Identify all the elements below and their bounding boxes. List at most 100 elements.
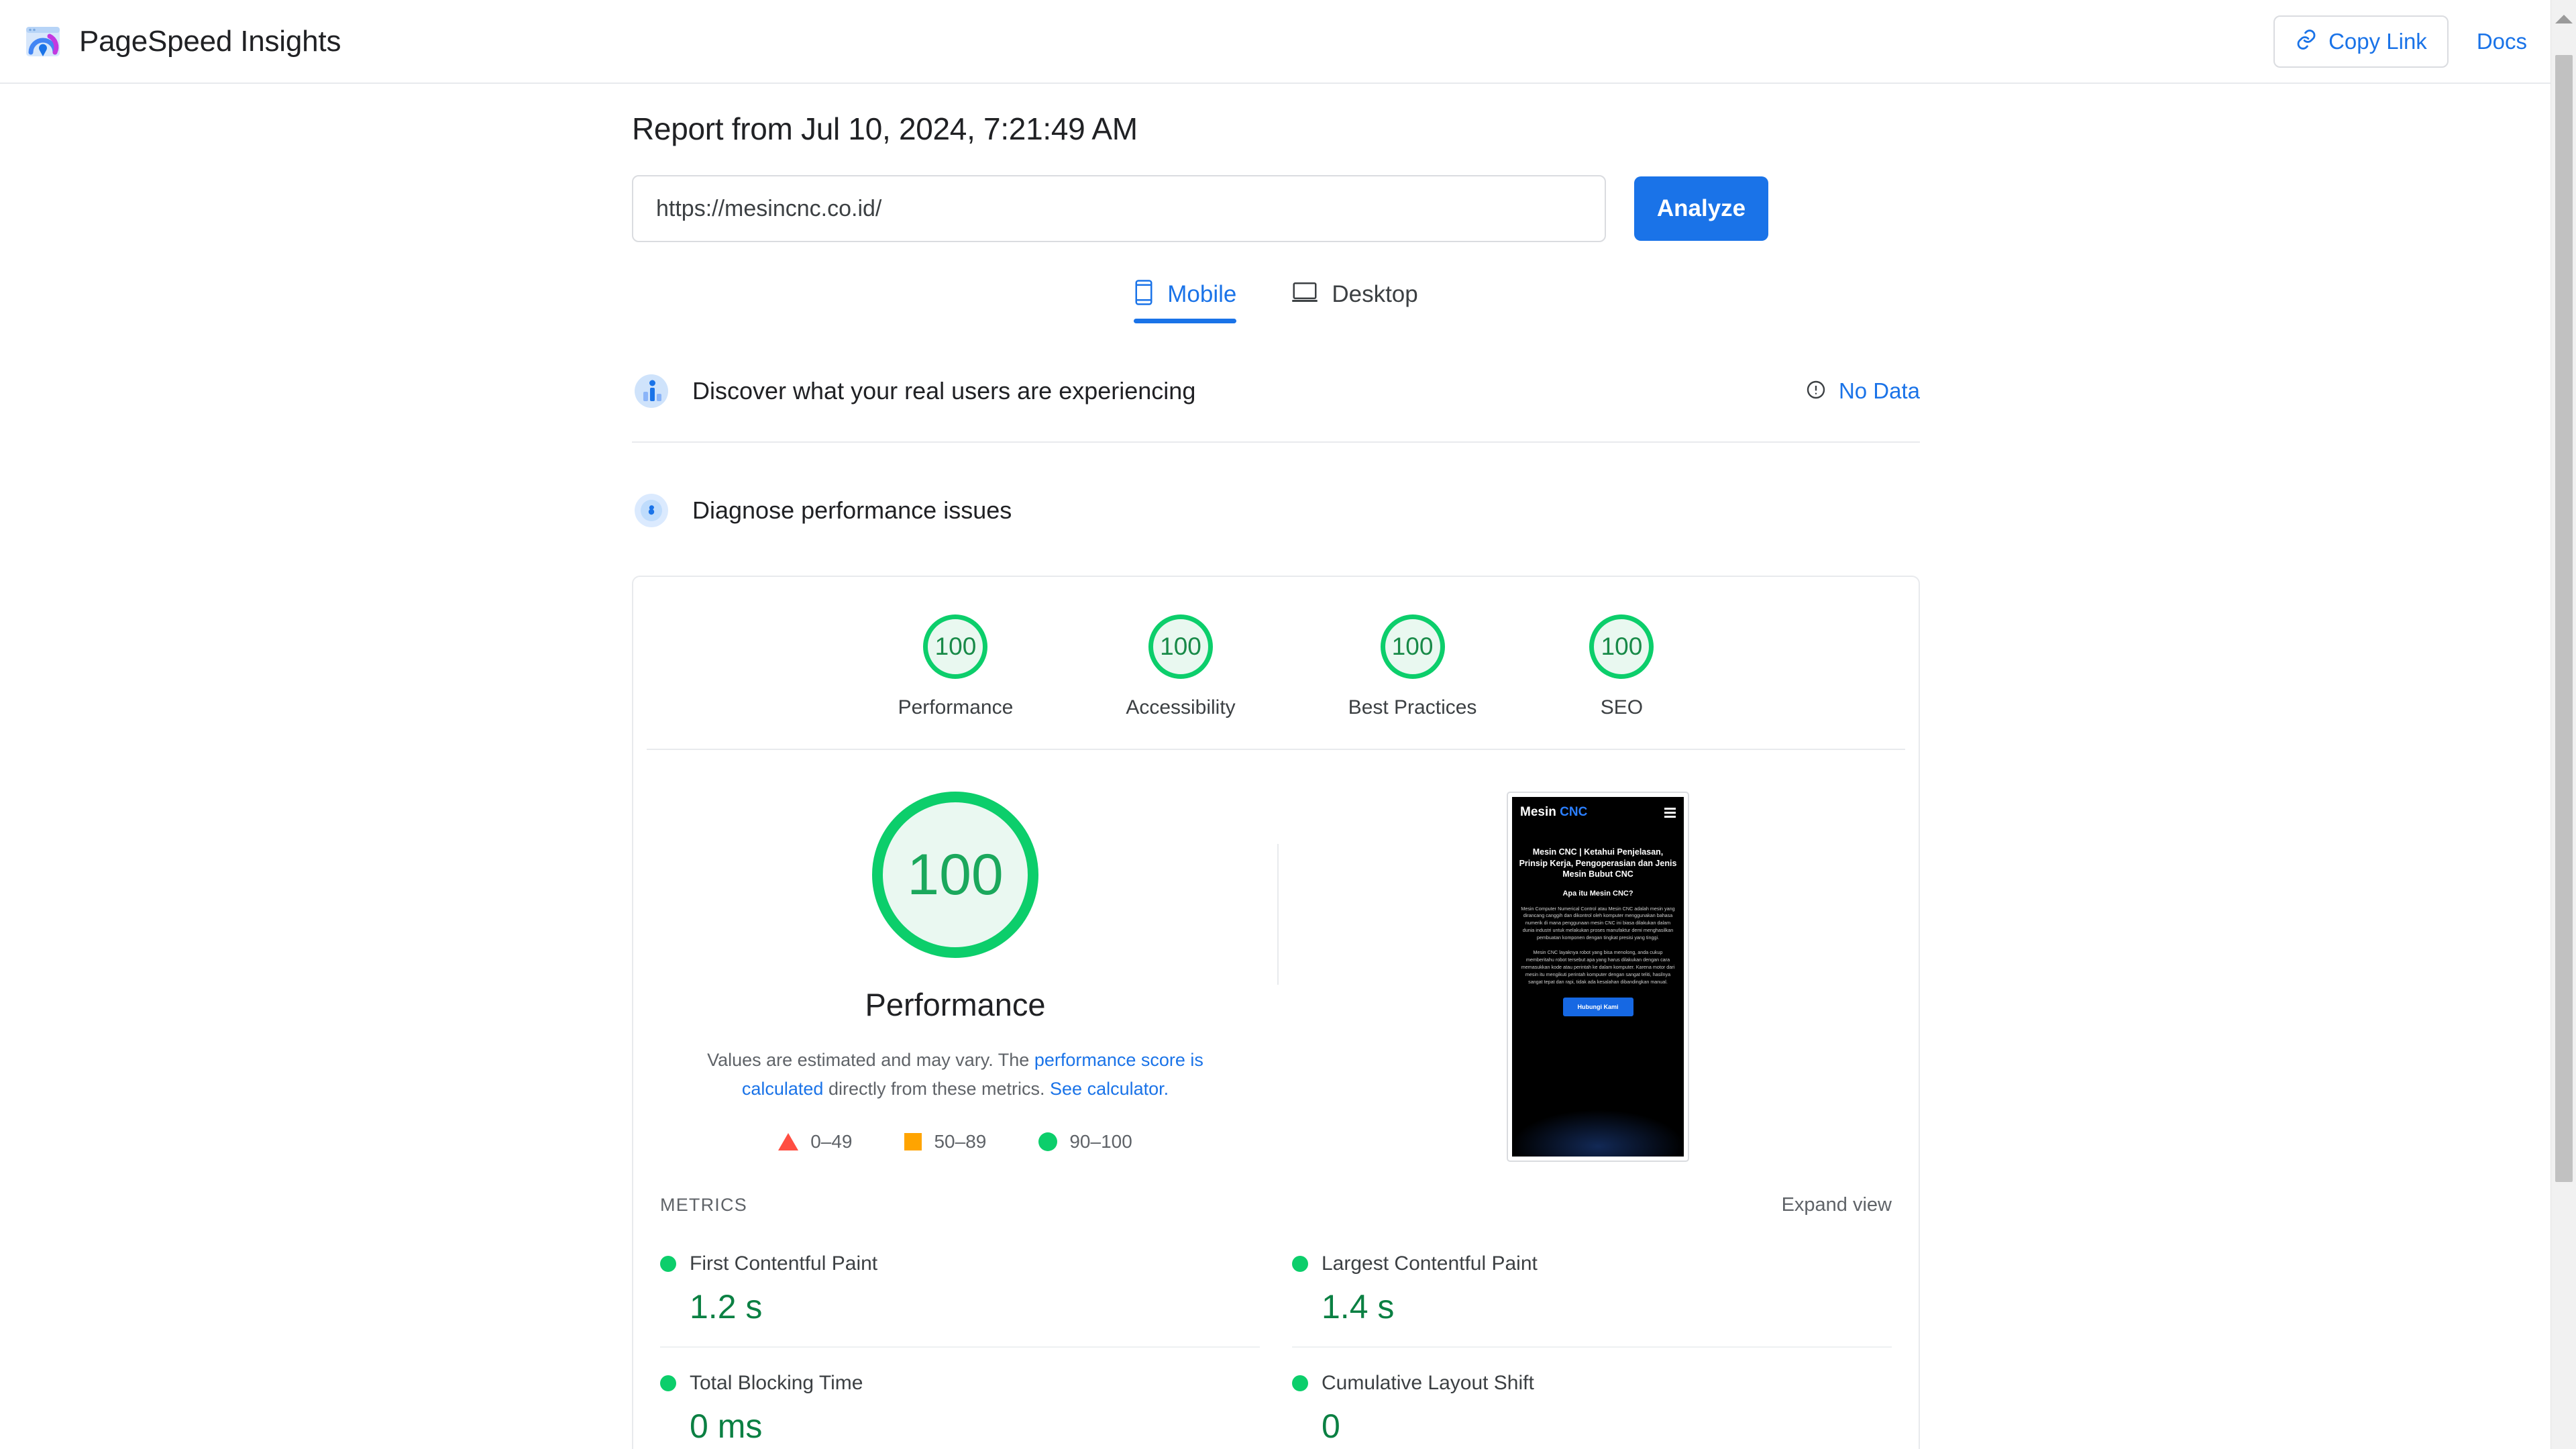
tab-mobile-label: Mobile xyxy=(1167,280,1237,307)
field-data-section: Discover what your real users are experi… xyxy=(632,341,1920,443)
field-data-title: Discover what your real users are experi… xyxy=(692,377,1196,405)
docs-link[interactable]: Docs xyxy=(2477,29,2527,54)
metrics-header: METRICS Expand view xyxy=(633,1162,1919,1228)
desktop-icon xyxy=(1291,281,1318,307)
thumbnail-brand: Mesin CNC xyxy=(1520,805,1587,820)
metric-value: 1.2 s xyxy=(690,1288,763,1326)
tab-desktop[interactable]: Desktop xyxy=(1291,280,1418,323)
category-score-performance[interactable]: 100 Performance xyxy=(898,614,1014,719)
category-label: Best Practices xyxy=(1348,696,1477,718)
circle-green-icon xyxy=(1292,1375,1308,1391)
metric-head: Largest Contentful Paint xyxy=(1292,1252,1892,1275)
circle-green-icon xyxy=(660,1375,676,1391)
score-ring: 100 xyxy=(1589,614,1654,679)
category-label: Accessibility xyxy=(1126,696,1236,718)
hero-right: Mesin CNC Mesin CNC | Ketahui Penjelasan… xyxy=(1277,792,1919,1162)
metric-name: Total Blocking Time xyxy=(690,1372,863,1394)
url-form: Analyze xyxy=(632,175,1920,242)
metric-name: Largest Contentful Paint xyxy=(1322,1252,1538,1275)
copy-link-label: Copy Link xyxy=(2328,28,2427,54)
brand[interactable]: PageSpeed Insights xyxy=(24,23,341,60)
category-score-accessibility[interactable]: 100 Accessibility xyxy=(1126,614,1236,719)
square-orange-icon xyxy=(904,1133,922,1151)
page-title: Report from Jul 10, 2024, 7:21:49 AM xyxy=(632,111,1138,146)
metric-name: First Contentful Paint xyxy=(690,1252,878,1275)
lab-data-title: Diagnose performance issues xyxy=(692,496,1012,524)
status-badge: No Data xyxy=(1838,378,1920,403)
field-data-status[interactable]: No Data xyxy=(1805,378,1920,404)
performance-score-value: 100 xyxy=(907,842,1004,907)
thumbnail-subheading: Apa itu Mesin CNC? xyxy=(1562,889,1633,898)
page-screenshot-thumbnail[interactable]: Mesin CNC Mesin CNC | Ketahui Penjelasan… xyxy=(1507,792,1689,1162)
metrics-column-right: Largest Contentful Paint 1.4 s Cumulativ… xyxy=(1292,1228,1892,1449)
category-score-seo[interactable]: 100 SEO xyxy=(1589,614,1654,719)
thumbnail-heading: Mesin CNC | Ketahui Penjelasan, Prinsip … xyxy=(1519,847,1677,879)
expand-view-toggle[interactable]: Expand view xyxy=(1782,1194,1892,1216)
metric-row[interactable]: Total Blocking Time 0 ms xyxy=(660,1346,1260,1449)
scroll-up-arrow-icon[interactable] xyxy=(2555,15,2573,23)
metric-row[interactable]: Largest Contentful Paint 1.4 s xyxy=(1292,1228,1892,1346)
analyze-button[interactable]: Analyze xyxy=(1634,176,1768,241)
metric-value: 0 ms xyxy=(690,1407,763,1445)
desc-text-1: Values are estimated and may vary. The xyxy=(707,1050,1034,1070)
legend-item-average: 50–89 xyxy=(904,1131,986,1152)
metric-head: Total Blocking Time xyxy=(660,1372,1260,1395)
metric-head: First Contentful Paint xyxy=(660,1252,1260,1275)
thumbnail-brand-main: Mesin xyxy=(1520,805,1556,819)
header-actions: Copy Link Docs xyxy=(2273,15,2558,68)
thumbnail-glow xyxy=(1512,1110,1684,1157)
mobile-icon xyxy=(1134,280,1154,309)
metric-name: Cumulative Layout Shift xyxy=(1322,1372,1534,1394)
lab-data-section: Diagnose performance issues xyxy=(632,460,1920,561)
info-circle-icon xyxy=(1805,379,1827,404)
legend-range: 50–89 xyxy=(934,1131,987,1152)
thumbnail-brand-accent: CNC xyxy=(1560,805,1588,819)
thumbnail-cta-button: Hubungi Kami xyxy=(1562,998,1633,1017)
metric-head: Cumulative Layout Shift xyxy=(1292,1372,1892,1395)
url-input[interactable] xyxy=(632,175,1606,242)
hero-divider xyxy=(1277,844,1279,985)
performance-description: Values are estimated and may vary. The p… xyxy=(687,1046,1224,1103)
results-card: 100 Performance 100 Accessibility 100 Be… xyxy=(632,576,1920,1449)
category-label: Performance xyxy=(898,696,1014,718)
screenshot-screen: Mesin CNC Mesin CNC | Ketahui Penjelasan… xyxy=(1512,797,1684,1157)
thumbnail-paragraph-1: Mesin Computer Numerical Control atau Me… xyxy=(1521,905,1675,941)
legend-item-good: 90–100 xyxy=(1038,1131,1132,1152)
tab-mobile[interactable]: Mobile xyxy=(1134,280,1237,323)
hero-left: 100 Performance Values are estimated and… xyxy=(633,792,1277,1162)
tab-desktop-label: Desktop xyxy=(1332,280,1418,307)
desc-text-2: directly from these metrics. xyxy=(823,1078,1051,1099)
app-header: PageSpeed Insights Copy Link Docs xyxy=(0,0,2558,84)
legend-range: 90–100 xyxy=(1069,1131,1132,1152)
circle-green-icon xyxy=(1038,1132,1058,1152)
triangle-red-icon xyxy=(778,1133,799,1151)
score-value: 100 xyxy=(1391,633,1434,660)
score-ring: 100 xyxy=(1380,614,1445,679)
main-content: Report from Jul 10, 2024, 7:21:49 AM Ana… xyxy=(632,84,1920,1449)
score-legend: 0–49 50–89 90–100 xyxy=(778,1131,1132,1152)
see-calculator-link[interactable]: See calculator. xyxy=(1050,1079,1169,1099)
link-icon xyxy=(2295,28,2318,54)
diagnose-icon xyxy=(632,491,671,530)
metrics-column-left: First Contentful Paint 1.2 s Total Block… xyxy=(660,1228,1260,1449)
form-factor-tabs: Mobile Desktop xyxy=(632,280,1920,323)
copy-link-button[interactable]: Copy Link xyxy=(2273,15,2449,68)
score-ring: 100 xyxy=(1148,614,1213,679)
circle-green-icon xyxy=(660,1256,676,1272)
performance-hero: 100 Performance Values are estimated and… xyxy=(633,750,1919,1162)
thumbnail-paragraph-2: Mesin CNC layaknya robot yang bisa menol… xyxy=(1521,949,1675,985)
legend-range: 0–49 xyxy=(810,1131,853,1152)
app-title: PageSpeed Insights xyxy=(79,24,341,58)
thumbnail-navbar: Mesin CNC xyxy=(1512,797,1684,820)
legend-item-poor: 0–49 xyxy=(778,1131,852,1152)
performance-title: Performance xyxy=(865,987,1046,1022)
scrollbar-thumb[interactable] xyxy=(2555,55,2573,1182)
score-ring: 100 xyxy=(923,614,988,679)
category-score-best-practices[interactable]: 100 Best Practices xyxy=(1348,614,1477,719)
metric-row[interactable]: Cumulative Layout Shift 0 xyxy=(1292,1346,1892,1449)
category-label: SEO xyxy=(1600,696,1644,718)
metrics-section-title: METRICS xyxy=(660,1195,747,1215)
hamburger-menu-icon xyxy=(1664,807,1676,818)
metric-row[interactable]: First Contentful Paint 1.2 s xyxy=(660,1228,1260,1346)
vertical-scrollbar[interactable] xyxy=(2551,0,2576,1449)
